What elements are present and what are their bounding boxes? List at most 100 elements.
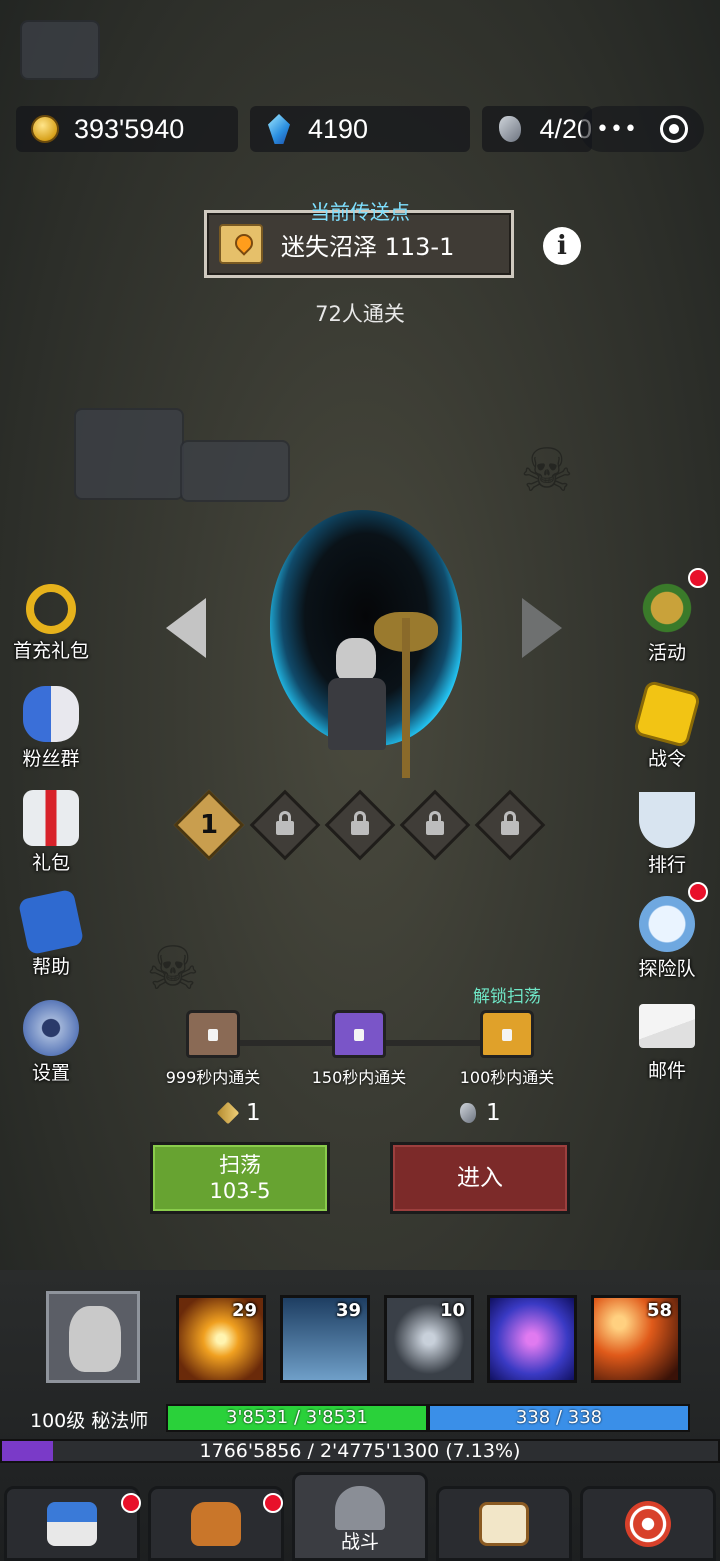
expedition-team-button[interactable]: 探险队 — [622, 882, 712, 981]
gold-coin-icon — [30, 114, 60, 144]
chest-condition-label: 100秒内通关 — [459, 1068, 555, 1087]
gold-star-icon — [632, 679, 702, 749]
gem-value: 4190 — [308, 113, 369, 144]
nav-spellbook[interactable] — [436, 1486, 572, 1561]
expedition-team-label: 探险队 — [638, 958, 696, 980]
skull-decoration-icon: ☠ — [146, 934, 200, 1004]
spell-book-icon — [479, 1501, 529, 1546]
skill-level: 10 — [439, 1300, 465, 1321]
mail-button[interactable]: 邮件 — [622, 1004, 712, 1083]
stage-1-diamond[interactable]: 1 — [173, 789, 245, 861]
help-button[interactable]: 帮助 — [6, 888, 96, 979]
ranking-button[interactable]: 排行 — [622, 792, 712, 877]
chest-icon[interactable] — [332, 1010, 386, 1058]
chest-condition-label: 150秒内通关 — [311, 1068, 407, 1087]
lock-icon — [501, 821, 519, 835]
nav-backpack[interactable] — [148, 1486, 284, 1561]
target-icon[interactable] — [660, 115, 688, 143]
gold-counter[interactable]: 393'5940 — [16, 106, 238, 152]
skull-decoration-icon: ☠ — [520, 436, 574, 506]
lock-icon — [276, 821, 294, 835]
stage-locked-diamond[interactable] — [474, 789, 546, 861]
stage-locked-diamond[interactable] — [399, 789, 471, 861]
skill-slot[interactable]: 29 — [176, 1295, 266, 1383]
fans-group-button[interactable]: 粉丝群 — [6, 686, 96, 771]
skill-slot[interactable]: 39 — [280, 1295, 370, 1383]
trophy-icon — [639, 792, 695, 848]
exp-value: 1766'5856 / 2'4775'1300 (7.13%) — [199, 1440, 521, 1462]
chest-icon[interactable] — [186, 1010, 240, 1058]
stamina-counter[interactable]: 4/20 — [482, 106, 592, 152]
unlock-sweep-label: 解锁扫荡 — [473, 987, 541, 1007]
exp-bar: 1766'5856 / 2'4775'1300 (7.13%) — [0, 1439, 720, 1463]
more-dots-icon[interactable]: ••• — [596, 117, 638, 142]
blue-gem-icon — [264, 114, 294, 144]
previous-stage-arrow-icon[interactable] — [166, 598, 206, 658]
mini-program-capsule: ••• — [580, 106, 704, 152]
background-rock — [180, 440, 290, 502]
staff — [402, 618, 410, 778]
helmet-laurel-icon — [639, 580, 695, 636]
first-charge-gift-button[interactable]: 首充礼包 — [6, 580, 96, 663]
sweep-ticket-icon — [216, 1101, 240, 1125]
notification-dot — [263, 1493, 283, 1513]
target-dart-icon — [625, 1500, 671, 1547]
cleared-count: 72人通关 — [315, 302, 405, 326]
battle-pass-button[interactable]: 战令 — [622, 679, 712, 771]
alarm-clock-icon — [639, 896, 695, 952]
sweep-cost-value: 1 — [246, 1100, 261, 1126]
sweep-button-stage: 103-5 — [209, 1179, 271, 1203]
teleport-name: 迷失沼泽 113-1 — [281, 232, 455, 261]
lock-icon — [351, 821, 369, 835]
hp-bar: 3'8531 / 3'8531 — [166, 1404, 428, 1432]
stage-locked-diamond[interactable] — [249, 789, 321, 861]
enter-button[interactable]: 进入 — [390, 1142, 570, 1214]
chest-icon[interactable] — [480, 1010, 534, 1058]
enter-cost-value: 1 — [486, 1100, 501, 1126]
gift-box-icon — [23, 790, 79, 846]
gold-value: 393'5940 — [74, 113, 185, 144]
gift-pack-button[interactable]: 礼包 — [6, 790, 96, 875]
first-charge-gift-label: 首充礼包 — [12, 640, 89, 662]
skill-slot[interactable] — [487, 1295, 577, 1383]
mp-bar: 338 / 338 — [428, 1404, 690, 1432]
skill-slot[interactable]: 58 — [591, 1295, 681, 1383]
gear-icon — [23, 1000, 79, 1056]
dungeon-gate-icon — [335, 1485, 385, 1530]
hero-character — [322, 638, 392, 758]
gift-pack-label: 礼包 — [31, 852, 70, 874]
backpack-icon — [191, 1501, 241, 1546]
help-book-icon — [17, 888, 85, 956]
events-label: 活动 — [647, 642, 686, 664]
fans-group-label: 粉丝群 — [22, 748, 80, 770]
exp-bar-fill — [2, 1441, 54, 1461]
mail-icon — [639, 1004, 695, 1048]
gem-counter[interactable]: 4190 — [250, 106, 470, 152]
notification-dot — [121, 1493, 141, 1513]
shop-stall-icon — [47, 1501, 97, 1546]
nav-battle[interactable]: 战斗 — [292, 1472, 428, 1561]
settings-button[interactable]: 设置 — [6, 1000, 96, 1085]
character-level-class: 100级 秘法师 — [30, 1410, 149, 1432]
background-rock — [74, 408, 184, 500]
skill-slot[interactable]: 10 — [384, 1295, 474, 1383]
stage-locked-diamond[interactable] — [324, 789, 396, 861]
nav-battle-label: 战斗 — [340, 1531, 379, 1553]
nav-shop[interactable] — [4, 1486, 141, 1561]
mp-value: 338 / 338 — [515, 1407, 603, 1428]
notification-dot — [688, 882, 708, 902]
help-label: 帮助 — [31, 956, 70, 978]
character-avatar[interactable] — [46, 1291, 140, 1383]
sweep-button[interactable]: 扫荡 103-5 — [150, 1142, 330, 1214]
nav-target[interactable] — [580, 1486, 716, 1561]
settings-label: 设置 — [31, 1062, 70, 1084]
sweep-cost: 1 — [216, 1100, 261, 1126]
chest-condition-label: 999秒内通关 — [165, 1068, 261, 1087]
next-stage-arrow-icon[interactable] — [522, 598, 562, 658]
skill-level: 58 — [646, 1300, 672, 1321]
events-button[interactable]: 活动 — [622, 568, 712, 665]
hp-value: 3'8531 / 3'8531 — [226, 1407, 368, 1428]
fans-group-icon — [23, 686, 79, 742]
gold-ring-icon — [26, 584, 76, 634]
info-icon[interactable]: i — [543, 227, 581, 265]
